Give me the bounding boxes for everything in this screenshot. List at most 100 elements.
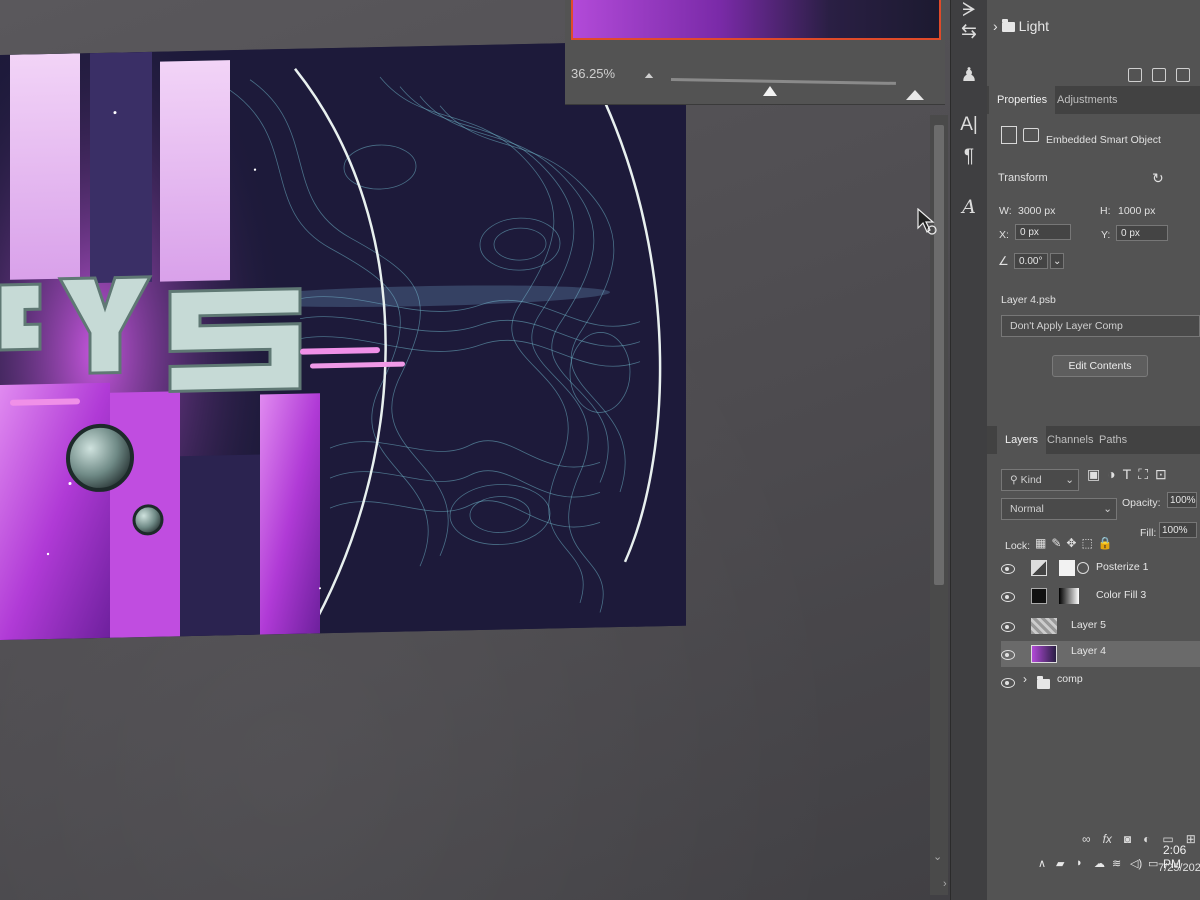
tray-app-icon[interactable]: ▰ bbox=[1056, 857, 1064, 870]
color-fill-thumbnail bbox=[1031, 588, 1047, 604]
width-label: W: bbox=[999, 205, 1012, 217]
stamp-icon[interactable]: ♟ bbox=[957, 64, 981, 87]
layer-buttons bbox=[1118, 68, 1190, 87]
tab-adjustments[interactable]: Adjustments bbox=[1049, 86, 1126, 114]
zoom-in-icon[interactable] bbox=[906, 90, 924, 100]
add-mask-icon[interactable]: ◙ bbox=[1124, 832, 1131, 846]
fill-label: Fill: bbox=[1140, 527, 1157, 539]
zoom-slider-track[interactable] bbox=[670, 78, 896, 85]
adjustment-layer-icon bbox=[1031, 560, 1047, 576]
battery-icon[interactable]: ▭ bbox=[1148, 857, 1158, 870]
move-cursor-icon bbox=[917, 208, 937, 235]
folder-icon bbox=[1001, 19, 1015, 33]
blend-mode-select[interactable]: Normal ⌄ bbox=[1001, 498, 1117, 520]
layer-row-comp[interactable]: › comp bbox=[1001, 670, 1200, 696]
filter-type-icons[interactable]: ▣◑T⛶⊡ bbox=[1087, 466, 1174, 483]
wifi-icon[interactable]: ≋ bbox=[1112, 857, 1121, 870]
tray-mic-icon[interactable]: ◗ bbox=[1076, 857, 1083, 869]
width-value[interactable]: 3000 px bbox=[1018, 205, 1055, 217]
folder-icon bbox=[1037, 676, 1050, 689]
angle-icon: ∠ bbox=[998, 254, 1009, 268]
blend-mode-value: Normal bbox=[1010, 503, 1044, 515]
layers-tabs: Layers Channels Paths bbox=[987, 426, 1200, 454]
tab-paths[interactable]: Paths bbox=[1091, 426, 1135, 454]
link-layers-icon[interactable]: ∞ bbox=[1082, 832, 1091, 846]
transparent-layer-thumbnail bbox=[1031, 618, 1057, 634]
fx-icon[interactable]: fx bbox=[1103, 832, 1112, 846]
visibility-eye-icon[interactable] bbox=[1001, 564, 1015, 574]
tray-onedrive-icon[interactable]: ☁ bbox=[1094, 857, 1105, 870]
reset-transform-icon[interactable]: ↻ bbox=[1152, 170, 1164, 187]
object-type-label: Embedded Smart Object bbox=[1046, 134, 1161, 146]
adjustment-icon[interactable]: ◐ bbox=[1143, 832, 1150, 846]
navigator-panel: 36.25% bbox=[565, 0, 945, 105]
tab-properties[interactable]: Properties bbox=[989, 86, 1056, 114]
visibility-eye-icon[interactable] bbox=[1001, 650, 1015, 660]
tool-strip: ᗒ ⇆ ♟ A| ¶ A bbox=[950, 0, 988, 900]
height-label: H: bbox=[1100, 205, 1111, 217]
zoom-value[interactable]: 36.25% bbox=[571, 66, 615, 81]
fill-field[interactable]: 100% bbox=[1159, 522, 1197, 538]
opacity-field[interactable]: 100% bbox=[1167, 492, 1197, 508]
layer-filter-select[interactable]: ⚲ Kind ⌄ bbox=[1001, 469, 1079, 491]
taskbar-date[interactable]: 7/25/2024 bbox=[1158, 862, 1200, 874]
y-label: Y: bbox=[1101, 229, 1111, 241]
navigator-preview[interactable] bbox=[571, 0, 941, 40]
chevron-down-icon: ⌄ bbox=[1065, 474, 1074, 486]
layer-row-layer-5[interactable]: Layer 5 bbox=[1001, 616, 1200, 642]
embedded-file-name: Layer 4.psb bbox=[1001, 294, 1056, 306]
character-icon[interactable]: A| bbox=[957, 114, 981, 136]
layer-row-layer-4[interactable]: Layer 4 bbox=[1001, 641, 1200, 667]
artwork-canvas[interactable] bbox=[0, 40, 686, 640]
layer-filter-value: Kind bbox=[1020, 474, 1042, 486]
layer-name[interactable]: Posterize 1 bbox=[1096, 561, 1149, 573]
scroll-right-arrow-icon[interactable]: › bbox=[943, 878, 947, 890]
vertical-scrollbar-thumb[interactable] bbox=[934, 125, 944, 585]
scroll-down-arrow-icon[interactable]: ⌄ bbox=[933, 850, 942, 863]
layer-name[interactable]: Layer 5 bbox=[1071, 619, 1106, 631]
chevron-down-icon: ⌄ bbox=[1103, 503, 1112, 515]
layer-mask-thumbnail[interactable] bbox=[1059, 588, 1079, 604]
visibility-eye-icon[interactable] bbox=[1001, 678, 1015, 688]
zoom-out-icon[interactable] bbox=[644, 73, 654, 78]
layer-row-posterize-1[interactable]: Posterize 1 bbox=[1001, 558, 1200, 584]
layer-name[interactable]: Color Fill 3 bbox=[1096, 589, 1146, 601]
layer-group-light[interactable]: › Light bbox=[993, 18, 1049, 34]
opacity-label: Opacity: bbox=[1122, 497, 1161, 509]
transform-heading: Transform bbox=[998, 172, 1048, 184]
paragraph-icon[interactable]: ¶ bbox=[957, 146, 981, 168]
smart-object-thumbnail bbox=[1031, 645, 1057, 663]
layer-name[interactable]: comp bbox=[1057, 673, 1083, 685]
x-label: X: bbox=[999, 229, 1009, 241]
edit-contents-button[interactable]: Edit Contents bbox=[1052, 355, 1148, 377]
new-group-icon[interactable] bbox=[1128, 68, 1142, 82]
new-layer-icon[interactable] bbox=[1152, 68, 1166, 82]
layer-mask-thumbnail[interactable] bbox=[1059, 560, 1075, 576]
angle-field[interactable]: 0.00° bbox=[1014, 253, 1048, 269]
layer-name[interactable]: Layer 4 bbox=[1071, 645, 1106, 657]
search-icon: ⚲ bbox=[1010, 474, 1018, 486]
expand-chevron-icon[interactable]: › bbox=[1023, 672, 1027, 686]
zoom-slider-thumb[interactable] bbox=[763, 86, 777, 96]
adjust-sliders-icon[interactable]: ⇆ bbox=[957, 20, 981, 43]
lock-label: Lock: bbox=[1005, 540, 1031, 552]
lock-options-icons[interactable]: ▦✎✥⬚🔒 bbox=[1035, 536, 1118, 550]
mask-link-icon bbox=[1077, 562, 1089, 574]
delete-layer-icon[interactable] bbox=[1176, 68, 1190, 82]
angle-dropdown-chevron-icon[interactable]: ⌄ bbox=[1050, 253, 1064, 269]
visibility-eye-icon[interactable] bbox=[1001, 592, 1015, 602]
visibility-eye-icon[interactable] bbox=[1001, 622, 1015, 632]
volume-icon[interactable]: ◁) bbox=[1130, 857, 1142, 870]
right-panel: › Light Properties Adjustments Embedded S… bbox=[987, 0, 1200, 900]
height-value[interactable]: 1000 px bbox=[1118, 205, 1155, 217]
layer-comp-select[interactable]: Don't Apply Layer Comp bbox=[1001, 315, 1200, 337]
expand-chevron-icon[interactable]: › bbox=[993, 18, 998, 34]
layer-row-color-fill-3[interactable]: Color Fill 3 bbox=[1001, 586, 1200, 612]
layer-group-name: Light bbox=[1018, 18, 1050, 34]
glyphs-icon[interactable]: A bbox=[957, 196, 981, 218]
y-position-field[interactable]: 0 px bbox=[1116, 225, 1168, 241]
x-position-field[interactable]: 0 px bbox=[1015, 224, 1071, 240]
tray-overflow-icon[interactable]: ∧ bbox=[1038, 857, 1046, 870]
mask-icon[interactable] bbox=[1023, 128, 1039, 142]
brush-tool-icon[interactable]: ᗒ bbox=[957, 0, 981, 22]
